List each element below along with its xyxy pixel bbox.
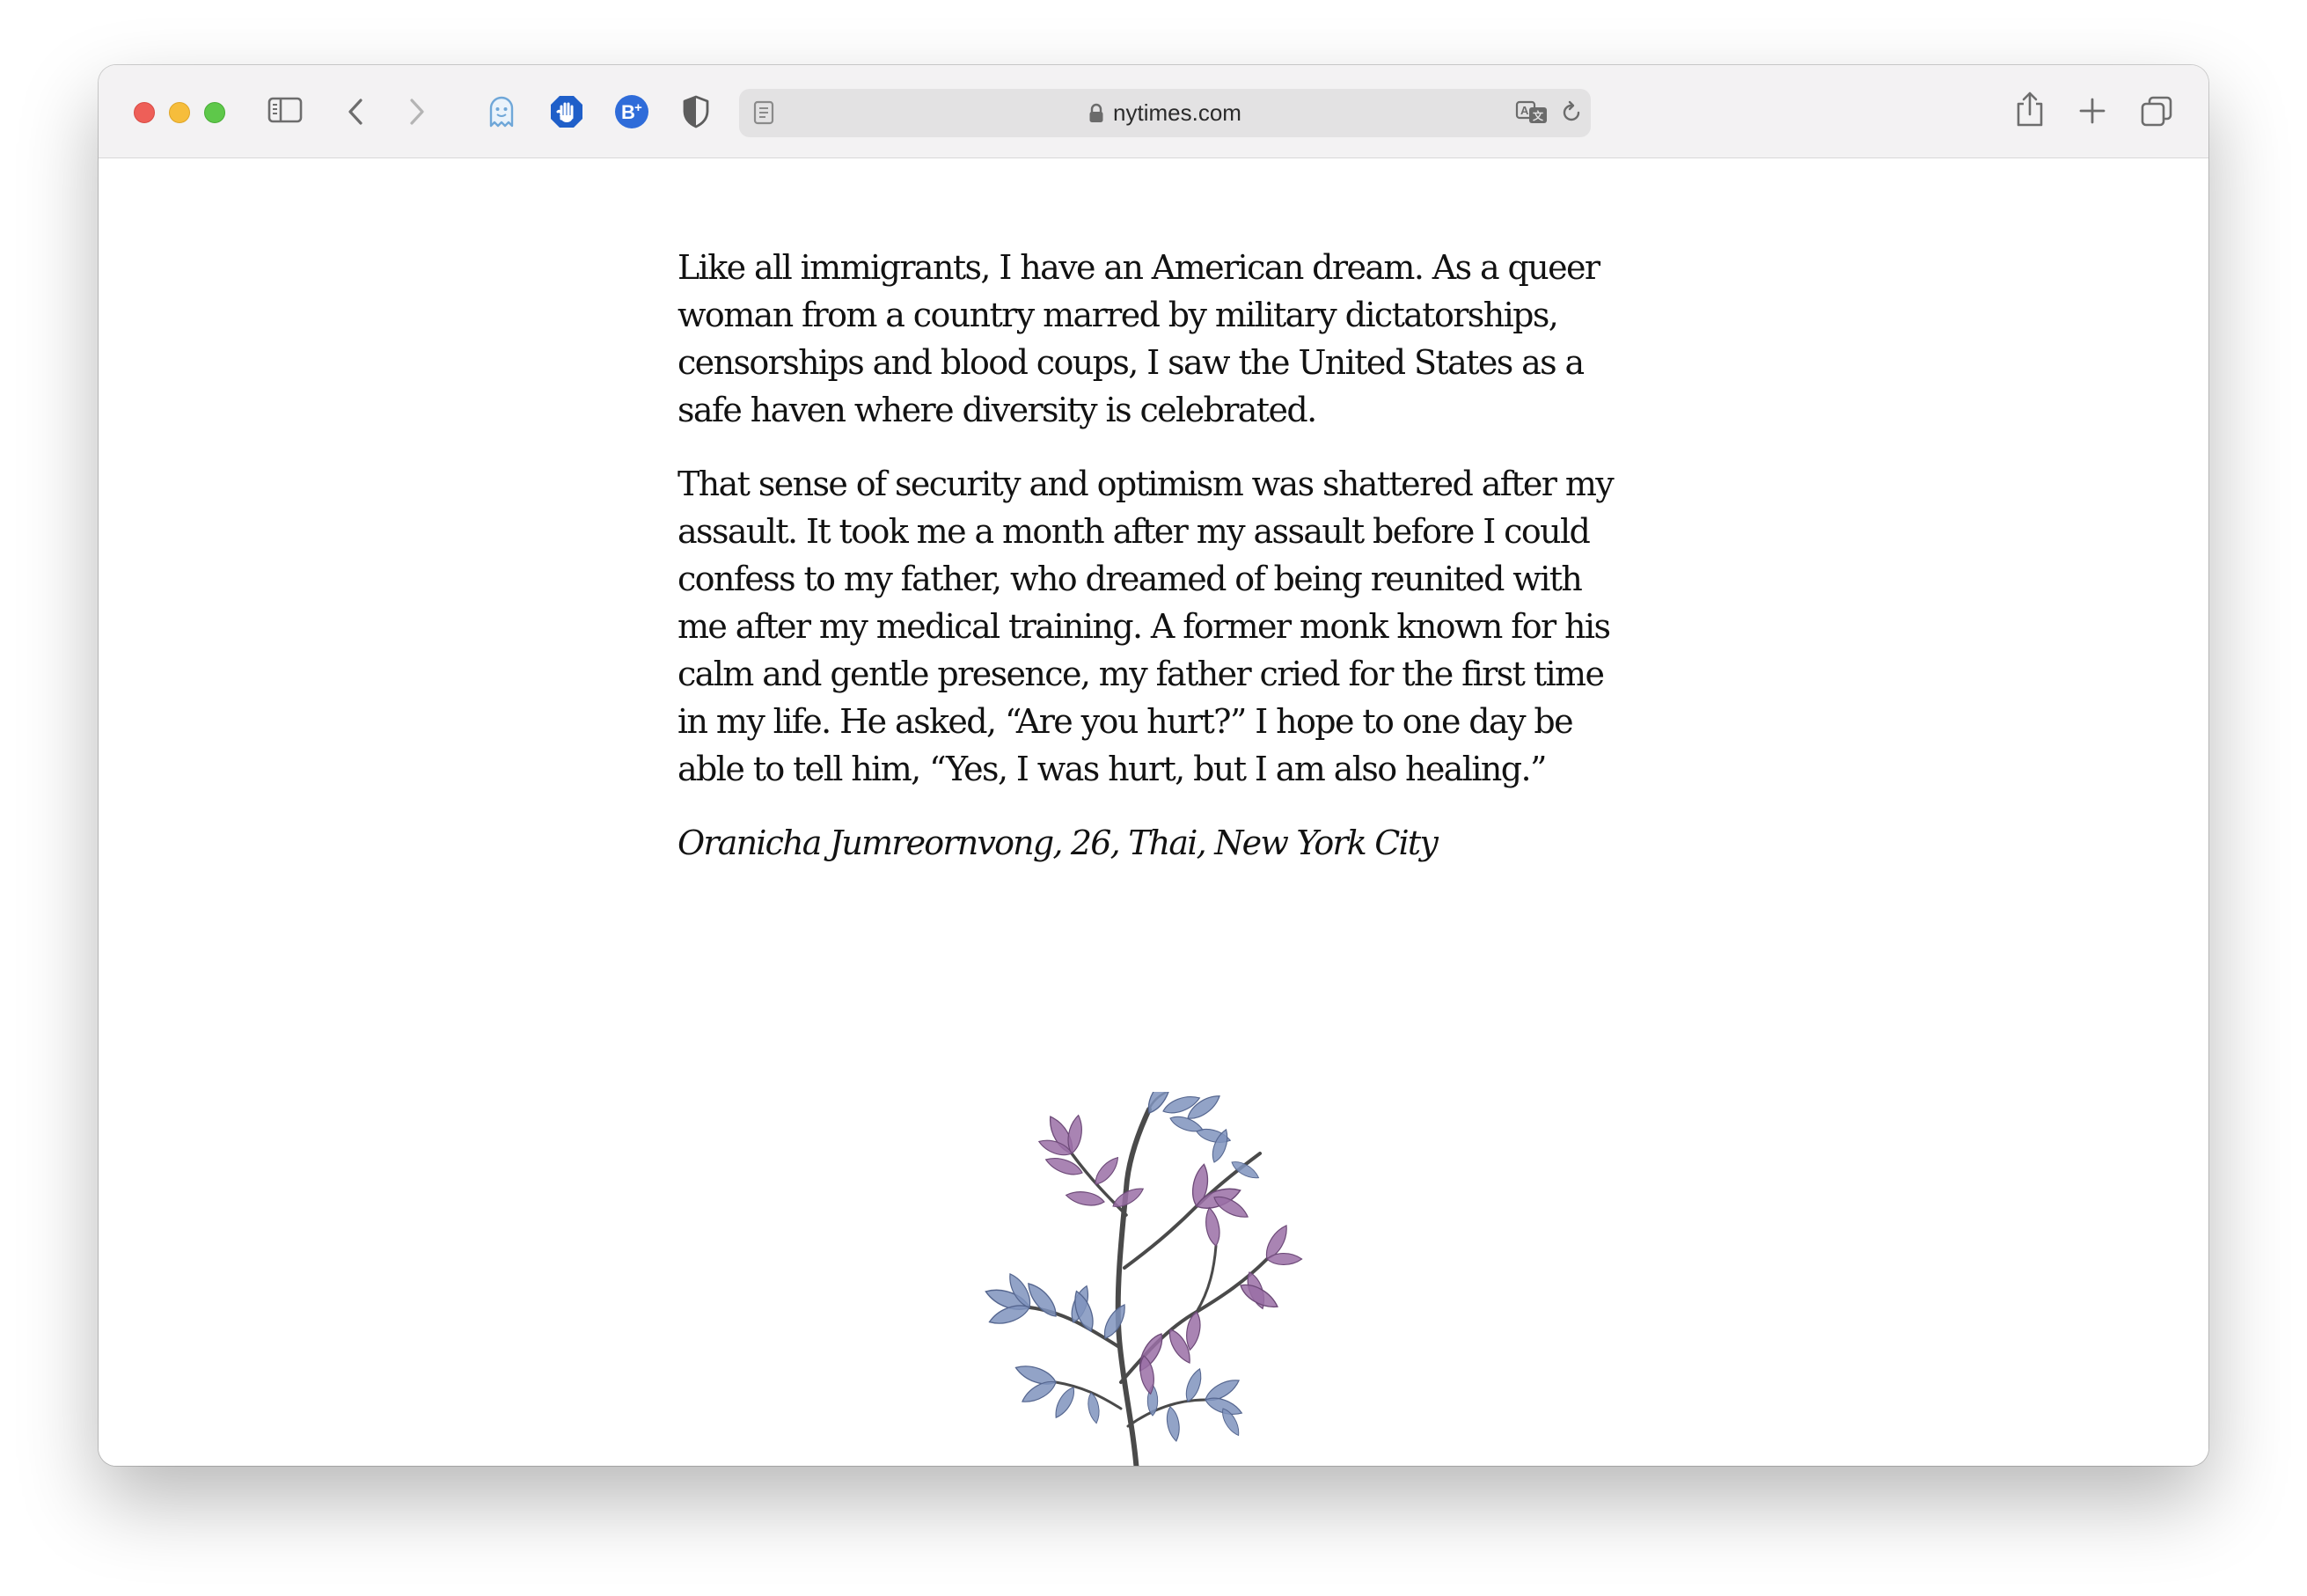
svg-text:文: 文 (1533, 109, 1544, 122)
minimize-window-button[interactable] (169, 102, 190, 123)
shield-icon[interactable] (681, 94, 711, 129)
url-display[interactable]: nytimes.com (739, 89, 1591, 137)
plus-icon[interactable] (2078, 97, 2106, 125)
article-byline: Oranicha Jumreornvong, 26, Thai, New Yor… (677, 824, 1439, 862)
b-plus-icon[interactable]: B + (614, 94, 649, 129)
close-window-button[interactable] (134, 102, 155, 123)
floral-branch-illustration (982, 1092, 1303, 1466)
chevron-right-icon[interactable] (406, 97, 428, 127)
maximize-window-button[interactable] (204, 102, 225, 123)
chevron-left-icon[interactable] (345, 97, 366, 127)
hand-stop-icon[interactable] (549, 94, 584, 129)
article-paragraph: That sense of security and optimism was … (677, 465, 1615, 788)
translate-icon[interactable]: A文 (1515, 99, 1549, 126)
lock-icon (1088, 103, 1104, 124)
ghost-icon[interactable] (486, 94, 517, 129)
address-bar[interactable]: nytimes.com A文 (739, 89, 1591, 137)
url-text: nytimes.com (1113, 99, 1241, 126)
reload-icon[interactable] (1559, 100, 1584, 125)
browser-window: B + nytimes.com A文 Like all immigrants, … (99, 65, 2208, 1466)
tab-overview-icon[interactable] (2140, 95, 2173, 128)
page-content: Like all immigrants, I have an American … (99, 159, 2208, 1466)
article-paragraph: Like all immigrants, I have an American … (677, 248, 1600, 429)
sidebar-icon[interactable] (267, 96, 303, 124)
browser-toolbar: B + nytimes.com A文 (99, 65, 2208, 158)
svg-text:A: A (1520, 104, 1529, 117)
svg-text:B: B (621, 101, 635, 123)
article-body: Like all immigrants, I have an American … (677, 244, 1628, 867)
svg-text:+: + (634, 100, 642, 115)
share-icon[interactable] (2015, 90, 2045, 128)
